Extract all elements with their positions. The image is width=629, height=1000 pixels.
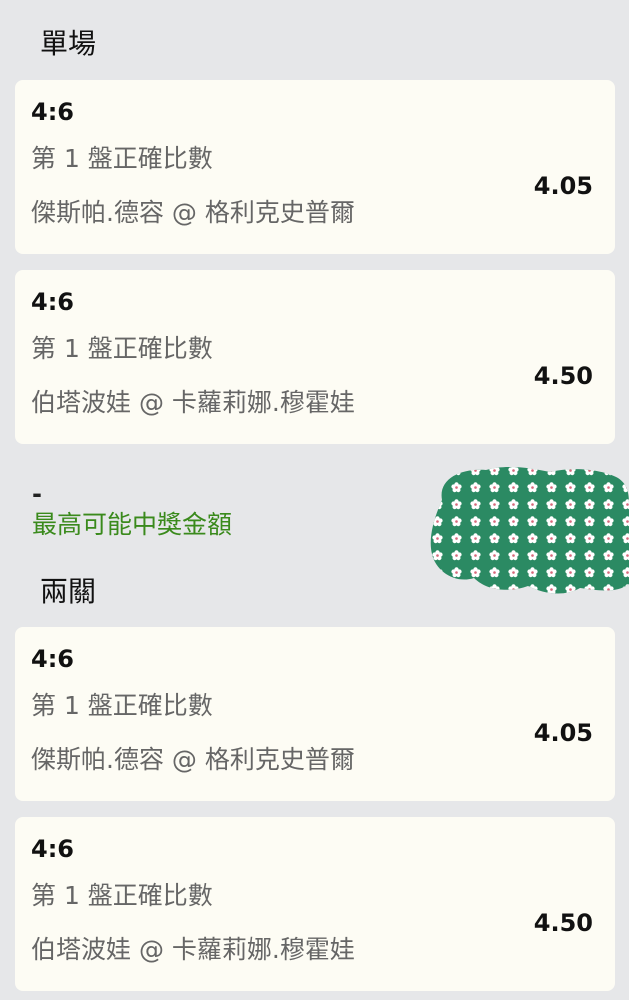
- floral-decoration: [430, 466, 629, 594]
- bet-card-singles-1[interactable]: 4:6 第 1 盤正確比數 傑斯帕.德容 @ 格利克史普爾 4.05: [15, 80, 615, 254]
- bet-market: 第 1 盤正確比數: [31, 334, 213, 363]
- bet-odds: 4.05: [533, 719, 593, 747]
- bet-match: 傑斯帕.德容 @ 格利克史普爾: [31, 745, 355, 774]
- bet-market: 第 1 盤正確比數: [31, 691, 213, 720]
- bet-market: 第 1 盤正確比數: [31, 881, 213, 910]
- bet-score: 4:6: [31, 288, 74, 316]
- bet-odds: 4.50: [533, 909, 593, 937]
- bet-odds: 4.05: [533, 172, 593, 200]
- bet-score: 4:6: [31, 835, 74, 863]
- bet-market: 第 1 盤正確比數: [31, 144, 213, 173]
- bet-match: 伯塔波娃 @ 卡蘿莉娜.穆霍娃: [31, 388, 355, 417]
- max-payout-label: 最高可能中獎金額: [32, 510, 233, 539]
- bet-card-singles-2[interactable]: 4:6 第 1 盤正確比數 伯塔波娃 @ 卡蘿莉娜.穆霍娃 4.50: [15, 270, 615, 444]
- bet-card-doubles-1[interactable]: 4:6 第 1 盤正確比數 傑斯帕.德容 @ 格利克史普爾 4.05: [15, 627, 615, 801]
- bet-match: 傑斯帕.德容 @ 格利克史普爾: [31, 198, 355, 227]
- section-title-doubles: 兩關: [40, 575, 97, 608]
- max-payout-value: -: [32, 480, 42, 508]
- bet-score: 4:6: [31, 98, 74, 126]
- bet-match: 伯塔波娃 @ 卡蘿莉娜.穆霍娃: [31, 935, 355, 964]
- section-title-singles: 單場: [40, 27, 97, 60]
- bet-card-doubles-2[interactable]: 4:6 第 1 盤正確比數 伯塔波娃 @ 卡蘿莉娜.穆霍娃 4.50: [15, 817, 615, 991]
- bet-score: 4:6: [31, 645, 74, 673]
- bet-odds: 4.50: [533, 362, 593, 390]
